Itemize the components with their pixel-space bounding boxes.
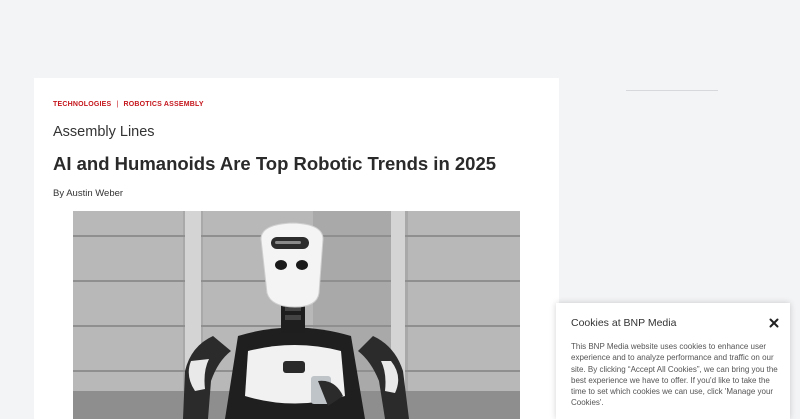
sidebar-divider xyxy=(626,90,718,91)
article-tags: TECHNOLOGIES | ROBOTICS ASSEMBLY xyxy=(53,101,204,108)
article-card: TECHNOLOGIES | ROBOTICS ASSEMBLY Assembly … xyxy=(34,78,559,419)
article-title: AI and Humanoids Are Top Robotic Trends … xyxy=(53,153,497,174)
tag-robotics-assembly[interactable]: ROBOTICS ASSEMBLY xyxy=(123,101,203,108)
tag-technologies[interactable]: TECHNOLOGIES xyxy=(53,101,111,108)
close-icon[interactable] xyxy=(767,316,781,330)
cookie-message: This BNP Media website uses cookies to e… xyxy=(571,342,778,408)
cookie-consent-panel: Cookies at BNP Media This BNP Media webs… xyxy=(556,303,790,419)
cookie-title: Cookies at BNP Media xyxy=(571,317,677,329)
article-byline: By Austin Weber xyxy=(53,188,124,199)
section-label: Assembly Lines xyxy=(53,124,155,140)
tag-separator: | xyxy=(116,101,119,108)
hero-image xyxy=(73,211,520,419)
